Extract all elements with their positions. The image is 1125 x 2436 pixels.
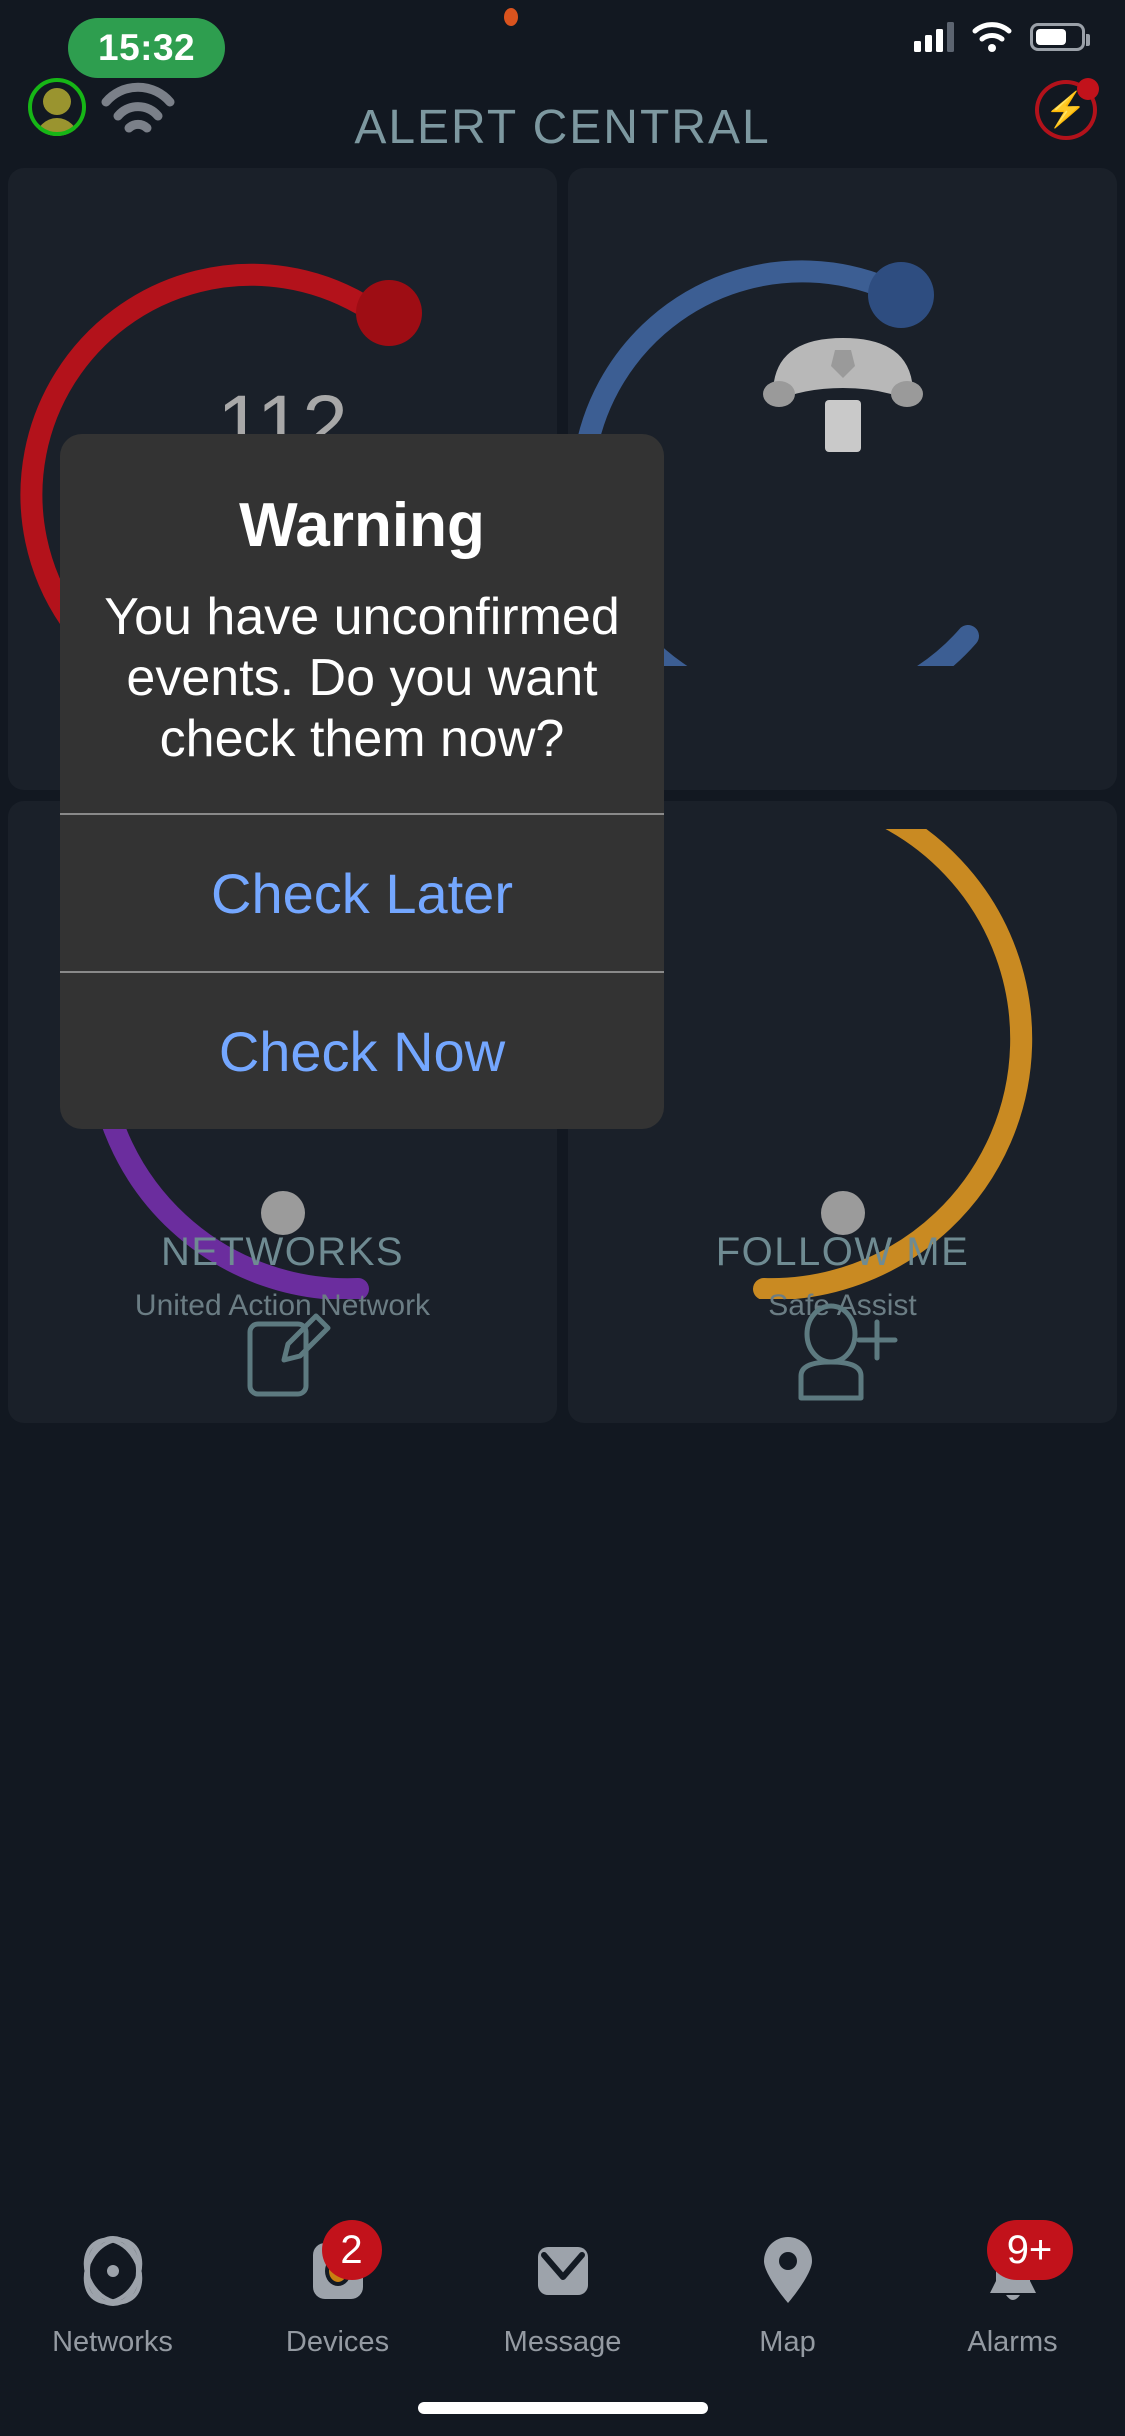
bottom-tab-bar: Networks 2 Devices Message Map 9+ Alarms — [0, 2210, 1125, 2436]
home-indicator — [417, 2402, 708, 2414]
tab-map-label: Map — [759, 2326, 816, 2358]
dialog-title: Warning — [239, 491, 485, 560]
tab-message[interactable]: Message — [450, 2232, 675, 2359]
check-now-button[interactable]: Check Now — [60, 973, 664, 1129]
dialog-body: Warning You have unconfirmed events. Do … — [60, 434, 664, 813]
tab-networks[interactable]: Networks — [0, 2232, 225, 2359]
tab-map[interactable]: Map — [675, 2232, 900, 2359]
tab-alarms-label: Alarms — [967, 2326, 1058, 2358]
dialog-message: You have unconfirmed events. Do you want… — [104, 588, 620, 768]
map-pin-icon — [750, 2232, 826, 2310]
check-later-button[interactable]: Check Later — [60, 815, 664, 971]
warning-dialog: Warning You have unconfirmed events. Do … — [60, 434, 664, 1130]
envelope-icon — [525, 2232, 601, 2310]
tab-networks-label: Networks — [52, 2326, 173, 2358]
tab-alarms[interactable]: 9+ Alarms — [900, 2220, 1125, 2359]
bell-icon: 9+ — [975, 2220, 1073, 2310]
app-screen: 15:32 ALERT CENTRAL ⚡ 112 NETWORKS Unite… — [0, 0, 1125, 2436]
alarms-badge: 9+ — [986, 2220, 1073, 2280]
tab-devices[interactable]: 2 Devices — [225, 2220, 450, 2359]
network-globe-icon — [75, 2232, 151, 2310]
tab-devices-label: Devices — [285, 2326, 390, 2358]
tab-message-label: Message — [503, 2326, 622, 2358]
device-icon: 2 — [300, 2220, 382, 2310]
devices-badge: 2 — [321, 2220, 382, 2280]
dialog-overlay: Warning You have unconfirmed events. Do … — [0, 0, 1125, 2436]
